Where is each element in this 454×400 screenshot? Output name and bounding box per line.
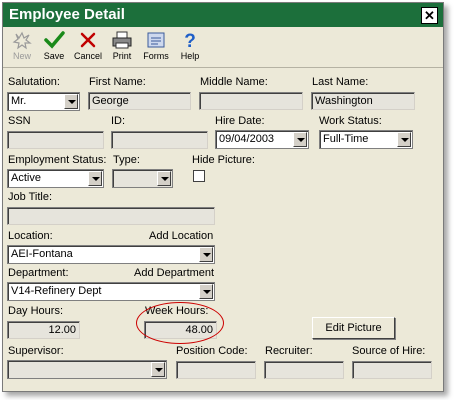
- last-name-field[interactable]: Washington: [311, 92, 415, 110]
- location-value: AEI-Fontana: [11, 248, 73, 260]
- source-of-hire-label: Source of Hire:: [352, 345, 426, 357]
- employment-status-select[interactable]: Active: [7, 169, 104, 188]
- help-button[interactable]: ? Help: [173, 30, 207, 61]
- last-name-label: Last Name:: [312, 76, 369, 88]
- chevron-down-icon[interactable]: [151, 362, 165, 377]
- employee-detail-window: Employee Detail ✕ New Save Cancel Print …: [2, 2, 444, 392]
- title-bar: Employee Detail ✕: [3, 3, 443, 27]
- new-button[interactable]: New: [5, 30, 39, 61]
- salutation-value: Mr.: [11, 95, 27, 107]
- position-code-label: Position Code:: [176, 345, 248, 357]
- department-label: Department:: [8, 267, 69, 279]
- forms-label: Forms: [143, 51, 169, 61]
- position-code-field[interactable]: [176, 361, 256, 379]
- recruiter-label: Recruiter:: [265, 345, 313, 357]
- employment-status-value: Active: [11, 172, 41, 184]
- middle-name-field[interactable]: [199, 92, 303, 110]
- cancel-label: Cancel: [73, 51, 102, 61]
- add-location-link[interactable]: Add Location: [149, 230, 213, 242]
- x-icon: [80, 32, 96, 48]
- print-label: Print: [112, 51, 132, 61]
- id-field[interactable]: [111, 131, 208, 149]
- supervisor-select[interactable]: [7, 360, 167, 379]
- chevron-down-icon[interactable]: [157, 171, 171, 186]
- type-label: Type:: [113, 154, 140, 166]
- work-status-select[interactable]: Full-Time: [319, 130, 413, 149]
- department-value: V14-Refinery Dept: [11, 285, 102, 297]
- hide-picture-label: Hide Picture:: [192, 154, 255, 166]
- question-mark-icon: ?: [184, 31, 196, 50]
- hire-date-value: 09/04/2003: [219, 133, 275, 145]
- middle-name-label: Middle Name:: [200, 76, 268, 88]
- salutation-select[interactable]: Mr.: [7, 92, 80, 111]
- save-button[interactable]: Save: [37, 30, 71, 61]
- location-select[interactable]: AEI-Fontana: [7, 245, 215, 264]
- checkmark-icon: [44, 31, 65, 49]
- job-title-label: Job Title:: [8, 191, 53, 203]
- job-title-field[interactable]: [7, 207, 215, 225]
- print-button[interactable]: Print: [105, 30, 139, 61]
- close-icon[interactable]: ✕: [421, 7, 438, 24]
- chevron-down-icon[interactable]: [88, 171, 102, 186]
- add-department-link[interactable]: Add Department: [134, 267, 214, 279]
- chevron-down-icon[interactable]: [397, 132, 411, 147]
- chevron-down-icon[interactable]: [199, 247, 213, 262]
- first-name-label: First Name:: [89, 76, 146, 88]
- save-label: Save: [43, 51, 65, 61]
- help-label: Help: [180, 51, 200, 61]
- printer-icon: [112, 31, 132, 49]
- salutation-label: Salutation:: [8, 76, 60, 88]
- type-select[interactable]: [112, 169, 173, 188]
- window-title: Employee Detail: [9, 6, 125, 23]
- id-label: ID:: [111, 115, 126, 127]
- hire-date-select[interactable]: 09/04/2003: [215, 130, 309, 149]
- day-hours-label: Day Hours:: [8, 305, 64, 317]
- employment-status-label: Employment Status:: [8, 154, 107, 166]
- ssn-field[interactable]: [7, 131, 104, 149]
- edit-picture-button[interactable]: Edit Picture: [312, 317, 395, 339]
- chevron-down-icon[interactable]: [199, 284, 213, 299]
- work-status-value: Full-Time: [323, 133, 369, 145]
- recruiter-field[interactable]: [264, 361, 344, 379]
- forms-icon: [147, 32, 165, 48]
- supervisor-label: Supervisor:: [8, 345, 64, 357]
- chevron-down-icon[interactable]: [64, 94, 78, 109]
- hire-date-label: Hire Date:: [215, 115, 265, 127]
- svg-text:?: ?: [184, 31, 196, 50]
- work-status-label: Work Status:: [319, 115, 382, 127]
- cancel-button[interactable]: Cancel: [71, 30, 105, 61]
- location-label: Location:: [8, 230, 53, 242]
- week-hours-label: Week Hours:: [145, 305, 209, 317]
- department-select[interactable]: V14-Refinery Dept: [7, 282, 215, 301]
- toolbar: New Save Cancel Print Forms ? Help: [3, 27, 443, 68]
- new-label: New: [12, 51, 31, 61]
- ssn-label: SSN: [8, 115, 31, 127]
- first-name-field[interactable]: George: [88, 92, 191, 110]
- hide-picture-checkbox[interactable]: [193, 170, 205, 182]
- chevron-down-icon[interactable]: [293, 132, 307, 147]
- day-hours-field[interactable]: 12.00: [7, 321, 80, 339]
- week-hours-field[interactable]: 48.00: [144, 321, 217, 339]
- source-of-hire-field[interactable]: [352, 361, 432, 379]
- forms-button[interactable]: Forms: [139, 30, 173, 61]
- new-icon: [12, 31, 32, 50]
